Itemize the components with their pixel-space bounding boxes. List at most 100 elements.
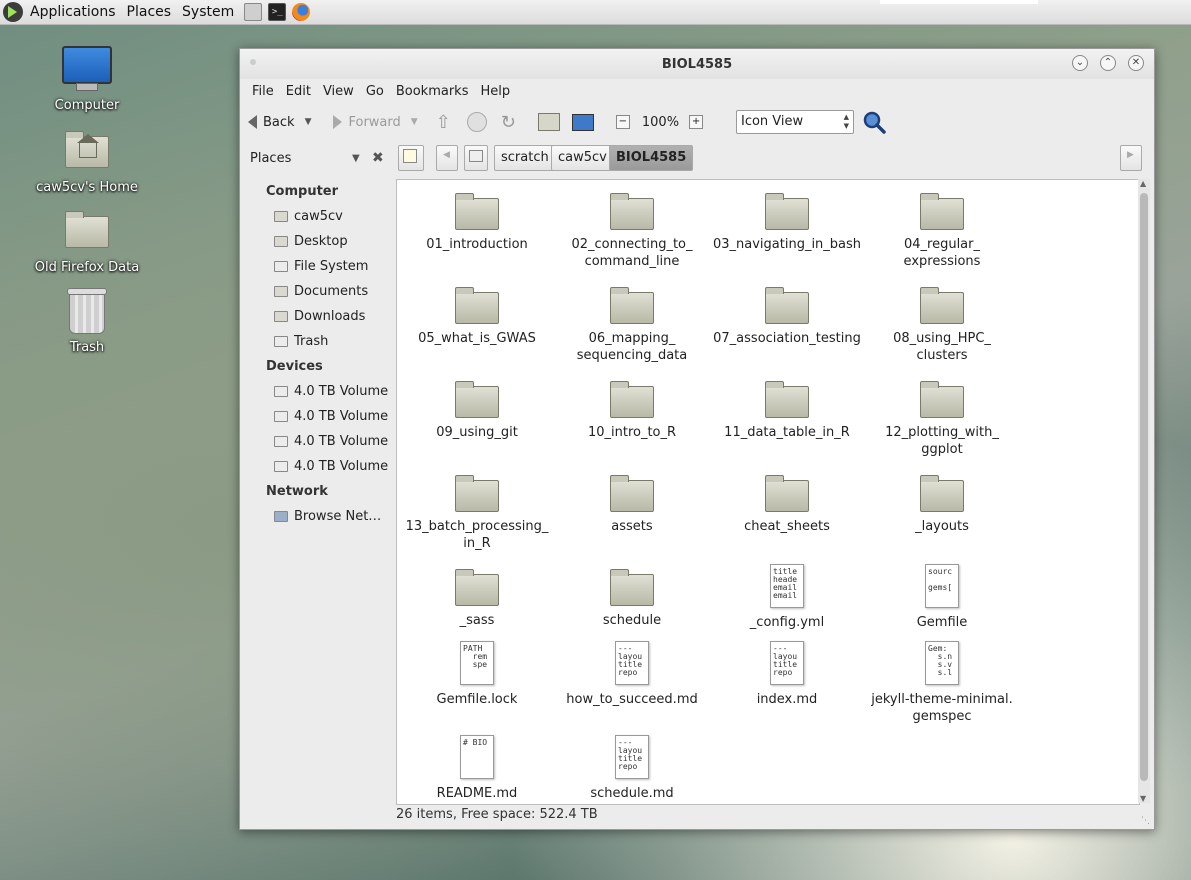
sidebar-dropdown-icon[interactable]: ▼ — [352, 153, 360, 164]
folder-item[interactable]: _sass — [402, 564, 552, 629]
vertical-scrollbar[interactable]: ▲ ▼ — [1138, 179, 1150, 803]
applications-menu[interactable]: Applications — [26, 4, 120, 20]
home-button[interactable] — [537, 113, 560, 131]
file-manager-window: BIOL4585 ⌄ ⌃ ✕ File Edit View Go Bookmar… — [239, 48, 1155, 830]
folder-icon — [920, 381, 964, 418]
folder-item[interactable]: 12_plotting_with_ ggplot — [867, 376, 1017, 458]
folder-item[interactable]: 02_connecting_to_ command_line — [557, 188, 707, 270]
icon-view[interactable]: 01_introduction 02_connecting_to_ command… — [396, 179, 1140, 805]
root-path-button[interactable] — [464, 145, 488, 171]
edit-location-button[interactable] — [398, 145, 424, 171]
zoom-out-icon[interactable]: − — [615, 115, 630, 129]
sidebar-item-browse-network[interactable]: Browse Net… — [240, 504, 393, 529]
file-item[interactable]: # BIO README.md — [402, 735, 552, 802]
menu-logo-icon[interactable] — [3, 2, 23, 22]
minimize-button[interactable]: ⌄ — [1072, 55, 1088, 71]
folder-item[interactable]: schedule — [557, 564, 707, 629]
folder-item[interactable]: cheat_sheets — [712, 470, 862, 535]
sidebar-item-volume-2[interactable]: 4.0 TB Volume — [240, 404, 393, 429]
file-item[interactable]: PATH rem spe Gemfile.lock — [402, 641, 552, 708]
sidebar-item-volume-4[interactable]: 4.0 TB Volume — [240, 454, 393, 479]
sidebar-item-desktop[interactable]: Desktop — [240, 229, 393, 254]
panel-blank-area — [880, 0, 1038, 4]
folder-item[interactable]: 09_using_git — [402, 376, 552, 441]
path-scroll-right-button[interactable]: ▶ — [1120, 145, 1142, 171]
sidebar-item-label: 4.0 TB Volume — [294, 459, 389, 474]
sidebar-item-trash[interactable]: Trash — [240, 329, 393, 354]
folder-icon — [610, 287, 654, 324]
folder-item[interactable]: 10_intro_to_R — [557, 376, 707, 441]
firefox-launcher-icon[interactable] — [292, 3, 311, 21]
up-button[interactable]: ⇧ — [436, 112, 451, 133]
menu-file[interactable]: File — [246, 84, 280, 99]
file-manager-launcher-icon[interactable] — [244, 3, 263, 21]
menu-bookmarks[interactable]: Bookmarks — [390, 84, 475, 99]
sidebar-item-documents[interactable]: Documents — [240, 279, 393, 304]
item-name: 01_introduction — [426, 237, 528, 252]
folder-item[interactable]: 11_data_table_in_R — [712, 376, 862, 441]
back-button[interactable]: Back ▼ — [248, 115, 311, 130]
sidebar-item-volume-3[interactable]: 4.0 TB Volume — [240, 429, 393, 454]
sidebar-item-downloads[interactable]: Downloads — [240, 304, 393, 329]
forward-button[interactable]: Forward ▼ — [333, 115, 418, 130]
file-item[interactable]: sourc gems[Gemfile — [867, 564, 1017, 631]
folder-item[interactable]: assets — [557, 470, 707, 535]
scroll-down-icon[interactable]: ▼ — [1140, 794, 1146, 803]
folder-item[interactable]: 06_mapping_ sequencing_data — [557, 282, 707, 364]
file-item[interactable]: --- layou title repo schedule.md — [557, 735, 707, 802]
search-icon[interactable] — [862, 110, 886, 134]
scrollbar-thumb[interactable] — [1140, 193, 1148, 781]
folder-icon — [610, 569, 654, 606]
folder-item[interactable]: _layouts — [867, 470, 1017, 535]
file-item[interactable]: --- layou title repo index.md — [712, 641, 862, 708]
file-item[interactable]: --- layou title repo how_to_succeed.md — [557, 641, 707, 708]
folder-item[interactable]: 08_using_HPC_ clusters — [867, 282, 1017, 364]
sidebar-item-file-system[interactable]: File System — [240, 254, 393, 279]
file-item[interactable]: title heade email email _config.yml — [712, 564, 862, 631]
desktop-icon-home[interactable]: caw5cv's Home — [27, 130, 147, 195]
sidebar-item-volume-1[interactable]: 4.0 TB Volume — [240, 379, 393, 404]
desktop-icon-trash[interactable]: Trash — [27, 288, 147, 355]
close-button[interactable]: ✕ — [1128, 55, 1144, 71]
folder-item[interactable]: 01_introduction — [402, 188, 552, 253]
menu-edit[interactable]: Edit — [280, 84, 317, 99]
menu-go[interactable]: Go — [360, 84, 390, 99]
path-button-caw5cv[interactable]: caw5cv — [551, 145, 614, 171]
path-button-biol4585[interactable]: BIOL4585 — [609, 145, 694, 171]
desktop-icon-old-firefox-data[interactable]: Old Firefox Data — [27, 210, 147, 275]
sidebar-close-icon[interactable]: ✖ — [372, 150, 384, 166]
folder-item[interactable]: 04_regular_ expressions — [867, 188, 1017, 270]
terminal-launcher-icon[interactable]: >_ — [268, 3, 287, 21]
menu-view[interactable]: View — [317, 84, 360, 99]
text-file-icon: title heade email email — [770, 564, 804, 608]
stop-icon[interactable] — [466, 112, 487, 132]
reload-icon[interactable]: ↻ — [501, 112, 516, 133]
places-menu[interactable]: Places — [123, 4, 176, 20]
file-item[interactable]: Gem: s.n s.v s.l jekyll-theme-minimal. ge… — [867, 641, 1017, 725]
text-file-icon: PATH rem spe — [460, 641, 494, 685]
zoom-in-icon[interactable]: + — [689, 115, 704, 129]
sidebar-item-caw5cv[interactable]: caw5cv — [240, 204, 393, 229]
path-scroll-left-button[interactable]: ◀ — [436, 145, 458, 171]
folder-item[interactable]: 03_navigating_in_bash — [712, 188, 862, 253]
forward-history-dropdown-icon[interactable]: ▼ — [411, 117, 418, 127]
computer-button[interactable] — [571, 113, 594, 131]
scroll-up-icon[interactable]: ▲ — [1140, 179, 1146, 188]
desktop-icon-computer[interactable]: Computer — [27, 46, 147, 113]
sidebar-title[interactable]: Places — [250, 151, 291, 166]
folder-item[interactable]: 13_batch_processing_ in_R — [402, 470, 552, 552]
path-bar: ◀ scratch caw5cv BIOL4585 ▶ — [398, 143, 1144, 173]
folder-item[interactable]: 05_what_is_GWAS — [402, 282, 552, 347]
maximize-button[interactable]: ⌃ — [1100, 55, 1116, 71]
folder-icon — [455, 381, 499, 418]
system-menu[interactable]: System — [178, 4, 238, 20]
view-mode-select[interactable]: Icon View ▲ ▼ — [736, 110, 854, 134]
back-history-dropdown-icon[interactable]: ▼ — [305, 117, 312, 127]
path-button-scratch[interactable]: scratch — [494, 145, 556, 171]
folder-item[interactable]: 07_association_testing — [712, 282, 862, 347]
titlebar[interactable]: BIOL4585 ⌄ ⌃ ✕ — [240, 49, 1154, 79]
folder-icon — [920, 475, 964, 512]
computer-icon — [571, 113, 594, 131]
menu-help[interactable]: Help — [474, 84, 516, 99]
resize-grip-icon[interactable]: ⋱ — [1141, 816, 1150, 826]
